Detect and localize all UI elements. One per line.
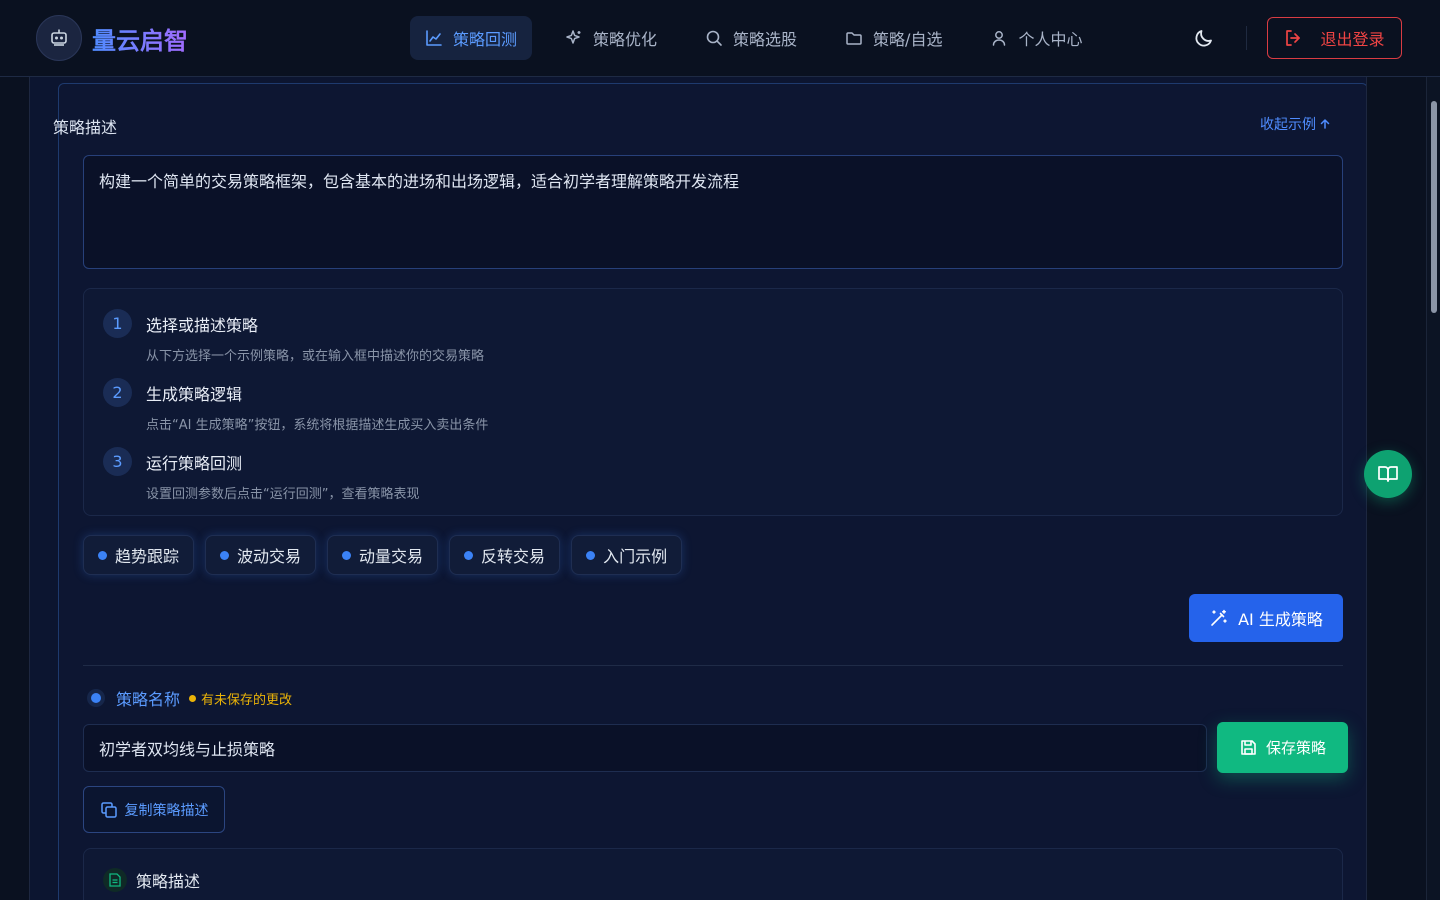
logout-icon — [1286, 30, 1301, 46]
left-gutter — [0, 77, 30, 900]
strategy-name-header: 策略名称 有未保存的更改 — [87, 686, 292, 710]
brand[interactable]: 量云启智 — [36, 15, 188, 61]
arrow-up-icon — [1320, 118, 1330, 129]
chip-dot — [464, 550, 474, 560]
step-desc: 从下方选择一个示例策略，或在输入框中描述你的交易策略 — [146, 349, 485, 364]
ai-generate-button[interactable]: AI 生成策略 — [1189, 594, 1343, 642]
section-divider — [83, 665, 1343, 666]
step-number: 2 — [103, 378, 132, 407]
strategy-name-label: 策略名称 — [116, 690, 181, 709]
example-chips: 趋势跟踪 波动交易 动量交易 反转交易 入门示例 — [83, 535, 693, 575]
search-icon — [706, 30, 722, 46]
example-chip-swing[interactable]: 波动交易 — [205, 535, 317, 575]
nav-item-stock-picking[interactable]: 策略选股 — [690, 16, 812, 60]
strategy-desc-textarea[interactable]: 构建一个简单的交易策略框架，包含基本的进场和出场逻辑，适合初学者理解策略开发流程 — [83, 155, 1343, 269]
example-chip-trend[interactable]: 趋势跟踪 — [83, 535, 195, 575]
nav-item-profile[interactable]: 个人中心 — [975, 16, 1097, 60]
step-number: 1 — [103, 309, 132, 338]
brand-name: 量云启智 — [92, 21, 188, 56]
guide-book-button[interactable] — [1364, 450, 1412, 498]
nav-item-watchlist[interactable]: 策略/自选 — [830, 16, 957, 60]
strategy-name-input[interactable]: 初学者双均线与止损策略 — [83, 724, 1207, 772]
folder-icon — [846, 32, 862, 45]
example-chip-momentum[interactable]: 动量交易 — [327, 535, 439, 575]
step-item: 1 选择或描述策略 从下方选择一个示例策略，或在输入框中描述你的交易策略 — [103, 309, 484, 364]
nav-divider — [1246, 26, 1247, 50]
strategy-desc-panel — [83, 848, 1343, 900]
book-open-icon — [1378, 466, 1398, 482]
chip-dot — [586, 550, 596, 560]
scrollbar-thumb[interactable] — [1431, 101, 1437, 313]
sparkles-icon — [566, 30, 581, 44]
robot-logo-icon — [36, 15, 82, 61]
step-number: 3 — [103, 447, 132, 476]
top-navbar: 量云启智 策略回测 策略优化 策略选股 策略/自选 个人中心 退出登录 — [0, 0, 1440, 77]
save-strategy-button[interactable]: 保存策略 — [1217, 722, 1348, 773]
save-icon — [1241, 740, 1256, 755]
step-title: 生成策略逻辑 — [146, 385, 243, 404]
nav-item-backtest[interactable]: 策略回测 — [410, 16, 533, 60]
copy-icon — [100, 801, 117, 818]
collapse-examples-link[interactable]: 收起示例 — [1260, 114, 1331, 134]
logout-button[interactable]: 退出登录 — [1267, 17, 1402, 59]
moon-icon — [1195, 30, 1212, 47]
main-nav: 策略回测 策略优化 策略选股 策略/自选 个人中心 — [410, 16, 1115, 60]
step-item: 3 运行策略回测 设置回测参数后点击“运行回测”，查看策略表现 — [103, 447, 419, 502]
step-title: 运行策略回测 — [146, 454, 243, 473]
step-title: 选择或描述策略 — [146, 316, 259, 335]
line-chart-icon — [426, 30, 442, 46]
step-item: 2 生成策略逻辑 点击“AI 生成策略”按钮，系统将根据描述生成买入卖出条件 — [103, 378, 488, 433]
strategy-desc-label: 策略描述 — [53, 118, 118, 137]
theme-toggle-button[interactable] — [1192, 26, 1216, 50]
copy-desc-button[interactable]: 复制策略描述 — [83, 786, 225, 833]
example-chip-reversal[interactable]: 反转交易 — [449, 535, 561, 575]
nav-item-optimize[interactable]: 策略优化 — [550, 16, 672, 60]
steps-guide: 1 选择或描述策略 从下方选择一个示例策略，或在输入框中描述你的交易策略 2 生… — [83, 288, 1343, 516]
document-icon — [103, 868, 127, 892]
page-scrollbar[interactable] — [1426, 77, 1440, 900]
step-desc: 设置回测参数后点击“运行回测”，查看策略表现 — [146, 487, 420, 502]
magic-wand-icon — [1211, 609, 1227, 626]
step-desc: 点击“AI 生成策略”按钮，系统将根据描述生成买入卖出条件 — [146, 418, 489, 433]
chip-dot — [220, 550, 230, 560]
status-dot — [87, 689, 105, 707]
chip-dot — [98, 550, 107, 560]
chip-dot — [342, 550, 352, 560]
unsaved-badge: 有未保存的更改 — [189, 689, 292, 708]
example-chip-beginner[interactable]: 入门示例 — [571, 535, 683, 575]
strategy-desc-panel-title: 策略描述 — [103, 868, 200, 892]
user-icon — [993, 31, 1006, 46]
